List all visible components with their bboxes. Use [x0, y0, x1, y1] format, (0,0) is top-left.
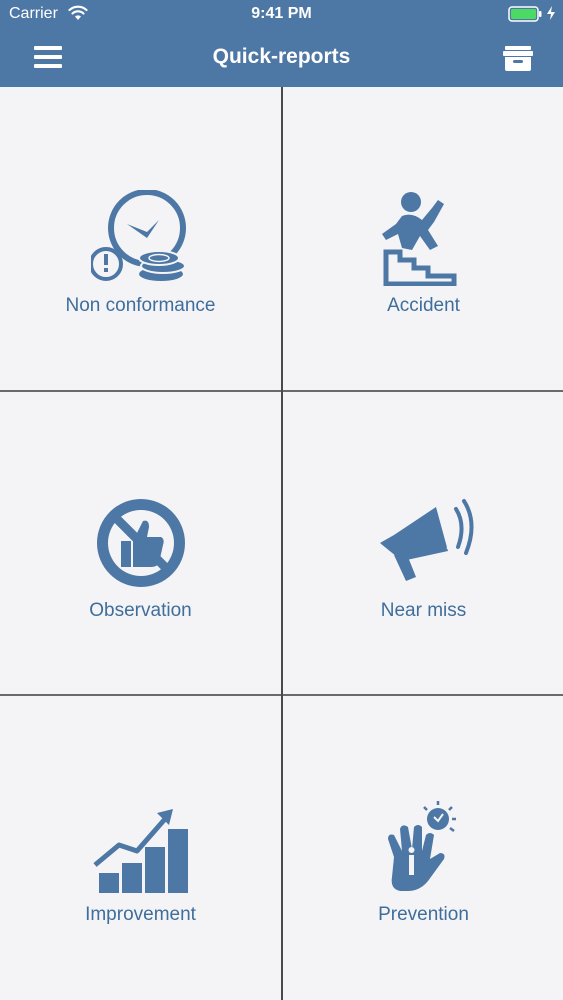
archive-box-icon[interactable] — [500, 42, 536, 74]
tile-prevention[interactable]: Prevention — [283, 696, 563, 999]
column-divider — [281, 87, 283, 1000]
tile-near-miss[interactable]: Near miss — [283, 392, 563, 695]
tile-accident[interactable]: Accident — [283, 87, 563, 390]
quick-report-grid: Non conformance Accident Observation Nea… — [0, 87, 563, 1000]
tile-label: Improvement — [85, 904, 196, 925]
growth-chart-icon — [92, 809, 188, 893]
thumbs-up-prohibited-icon — [96, 499, 185, 587]
tile-label: Accident — [387, 295, 460, 316]
hand-lightbulb-icon — [387, 801, 456, 891]
person-falling-stairs-icon — [381, 192, 456, 286]
tile-label: Observation — [89, 600, 192, 621]
charging-bolt-icon — [547, 6, 555, 20]
tile-improvement[interactable]: Improvement — [0, 696, 281, 999]
tile-label: Prevention — [378, 904, 469, 925]
clock-coins-warning-icon — [90, 190, 186, 281]
tile-observation[interactable]: Observation — [0, 392, 281, 695]
tile-label: Near miss — [380, 600, 467, 621]
megaphone-icon — [379, 499, 473, 581]
header: Carrier 9:41 PM Quick-reports — [0, 0, 563, 87]
battery-icon — [508, 6, 542, 22]
nav-bar: Quick-reports — [0, 30, 563, 87]
tile-label: Non conformance — [65, 295, 216, 316]
status-time: 9:41 PM — [251, 5, 312, 22]
tile-non-conformance[interactable]: Non conformance — [0, 87, 281, 390]
status-bar: Carrier 9:41 PM — [0, 0, 563, 30]
page-title: Quick-reports — [212, 45, 351, 68]
